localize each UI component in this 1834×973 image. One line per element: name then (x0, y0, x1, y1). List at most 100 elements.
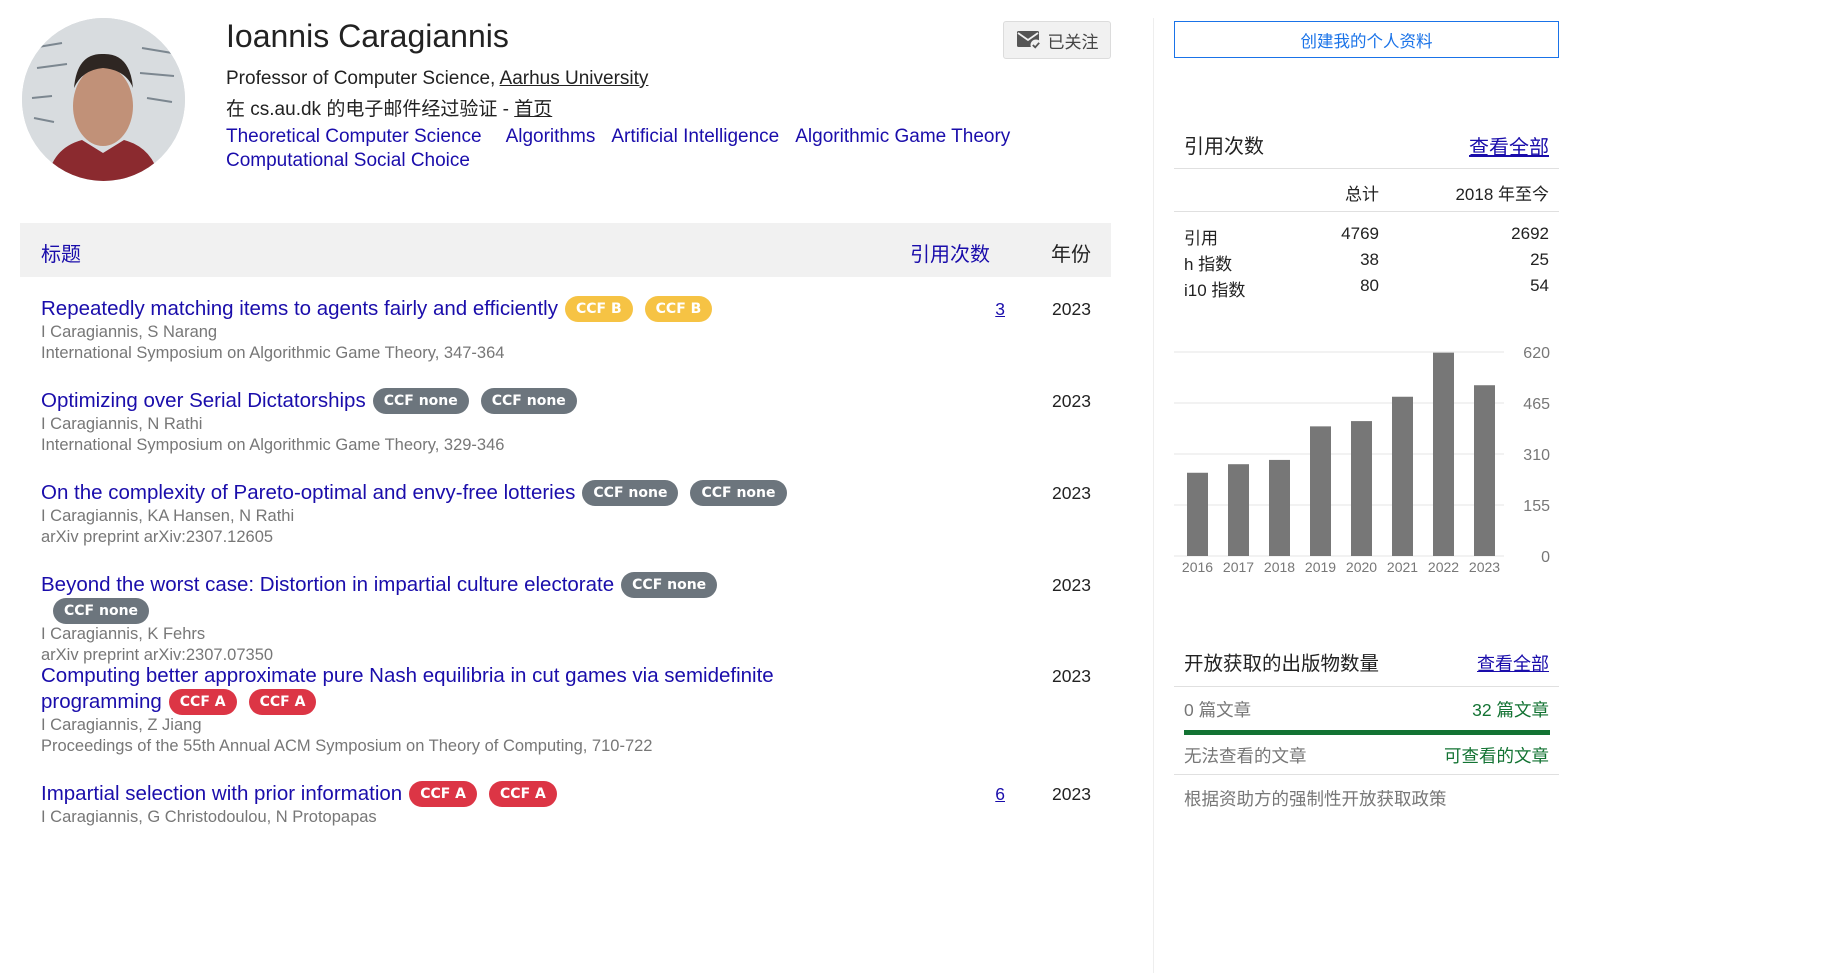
interest-link[interactable]: Algorithmic Game Theory (795, 125, 1010, 149)
citations-heading: 引用次数 (1184, 136, 1264, 158)
citations-view-all-link[interactable]: 查看全部 (1469, 131, 1549, 160)
citation-count-link[interactable]: 3 (961, 299, 1005, 320)
y-tick-label: 155 (1523, 498, 1550, 515)
article-title: Optimizing over Serial Dictatorships (41, 389, 366, 412)
chart-bar-2017[interactable] (1228, 464, 1249, 556)
article-authors: I Caragiannis, N Rathi (41, 415, 203, 433)
profile-affiliation: Professor of Computer Science, Aarhus Un… (226, 68, 648, 90)
mail-check-icon (1016, 31, 1041, 51)
verified-text: 在 cs.au.dk 的电子邮件经过验证 - (226, 99, 515, 120)
open-access-view-all-link[interactable]: 查看全部 (1477, 650, 1549, 676)
sort-by-title[interactable]: 标题 (41, 238, 81, 267)
chart-bar-2018[interactable] (1269, 459, 1290, 556)
profile-name: Ioannis Caragiannis (226, 18, 509, 54)
stat-row: h 指数 38 25 (1174, 250, 1559, 276)
article-authors: I Caragiannis, K Fehrs (41, 625, 206, 643)
available-count: 32 篇文章 (1472, 700, 1549, 720)
table-row: Computing better approximate pure Nash e… (41, 663, 1111, 781)
y-tick-label: 465 (1523, 396, 1550, 413)
article-year: 2023 (1052, 391, 1091, 411)
y-tick-label: 0 (1541, 549, 1550, 566)
x-tick-label: 2020 (1346, 559, 1377, 575)
chart-bar-2020[interactable] (1351, 421, 1372, 556)
chart-bar-2022[interactable] (1433, 352, 1454, 556)
stat-row: 引用 4769 2692 (1174, 224, 1559, 250)
x-tick-label: 2019 (1305, 559, 1336, 575)
x-tick-label: 2021 (1387, 559, 1418, 575)
article-title-link[interactable]: Repeatedly matching items to agents fair… (41, 296, 811, 322)
articles-table-header: 标题 引用次数 年份 (20, 223, 1111, 277)
col-total: 总计 (1345, 185, 1379, 204)
article-title-link[interactable]: Impartial selection with prior informati… (41, 781, 811, 807)
x-tick-label: 2018 (1264, 559, 1295, 575)
article-title: Impartial selection with prior informati… (41, 782, 403, 805)
table-row: Beyond the worst case: Distortion in imp… (41, 572, 1111, 664)
article-title-link[interactable]: Optimizing over Serial Dictatorships CCF … (41, 388, 811, 414)
stat-label: 引用 (1184, 229, 1218, 248)
chart-bar-2016[interactable] (1187, 472, 1208, 556)
chart-bar-2019[interactable] (1310, 426, 1331, 556)
article-title-link[interactable]: Computing better approximate pure Nash e… (41, 663, 811, 715)
x-tick-label: 2016 (1182, 559, 1213, 575)
ccf-badge: CCF none (480, 388, 577, 414)
open-access-header: 开放获取的出版物数量 查看全部 (1174, 642, 1559, 687)
ccf-badge: CCF A (409, 781, 478, 807)
divider (1174, 774, 1559, 775)
ccf-badge: CCF B (564, 296, 633, 322)
open-access-progress-bar (1184, 730, 1550, 735)
article-year: 2023 (1052, 575, 1091, 595)
chart-bar-2021[interactable] (1392, 396, 1413, 556)
unavailable-label: 无法查看的文章 (1184, 746, 1307, 766)
profile-photo (22, 18, 185, 181)
citation-stats: 引用 4769 2692 h 指数 38 25 i10 指数 80 54 (1174, 224, 1559, 302)
stat-label: h 指数 (1184, 255, 1233, 274)
article-title-link[interactable]: Beyond the worst case: Distortion in imp… (41, 572, 811, 624)
chart-bar-2023[interactable] (1474, 385, 1495, 556)
article-title: Computing better approximate pure Nash e… (41, 664, 774, 713)
col-since: 2018 年至今 (1455, 185, 1549, 204)
open-access-policy-text: 根据资助方的强制性开放获取政策 (1184, 789, 1447, 809)
open-access-heading: 开放获取的出版物数量 (1184, 653, 1380, 675)
table-row: Optimizing over Serial Dictatorships CCF … (41, 388, 1111, 480)
article-authors: I Caragiannis, S Narang (41, 323, 218, 341)
article-venue: International Symposium on Algorithmic G… (41, 436, 505, 454)
article-year: 2023 (1052, 299, 1091, 319)
research-interests: Theoretical Computer Science Algorithms Ar… (226, 125, 1086, 173)
affiliation-text: Professor of Computer Science, (226, 68, 500, 89)
interest-link[interactable]: Artificial Intelligence (611, 125, 779, 149)
interest-link[interactable]: Computational Social Choice (226, 149, 470, 173)
create-profile-button[interactable]: 创建我的个人资料 (1174, 21, 1559, 58)
ccf-badge: CCF A (489, 781, 557, 807)
stat-total: 38 (1360, 250, 1379, 269)
ccf-badge: CCF A (168, 689, 237, 715)
available-label: 可查看的文章 (1444, 746, 1549, 766)
y-tick-label: 310 (1523, 447, 1550, 464)
article-title: On the complexity of Pareto-optimal and … (41, 481, 576, 504)
interest-link[interactable]: Algorithms (506, 125, 596, 149)
stat-total: 4769 (1341, 224, 1379, 243)
x-tick-label: 2017 (1223, 559, 1254, 575)
citations-bar-chart: 0 155 310 465 620 2016 2017 2018 2019 2020 2021 202… (1174, 345, 1550, 575)
stat-total: 80 (1360, 276, 1379, 295)
article-venue: Proceedings of the 55th Annual ACM Sympo… (41, 737, 653, 755)
homepage-link[interactable]: 首页 (514, 99, 552, 120)
unavailable-count: 0 篇文章 (1184, 700, 1252, 720)
ccf-badge: CCF none (690, 480, 787, 506)
interest-link[interactable]: Theoretical Computer Science (226, 125, 482, 149)
x-tick-label: 2022 (1428, 559, 1459, 575)
stat-label: i10 指数 (1184, 281, 1246, 300)
sort-by-year[interactable]: 年份 (1051, 238, 1091, 267)
article-year: 2023 (1052, 483, 1091, 503)
citation-count-link[interactable]: 6 (961, 784, 1005, 805)
article-authors: I Caragiannis, KA Hansen, N Rathi (41, 507, 295, 525)
citations-column-header: 总计 2018 年至今 (1174, 170, 1559, 212)
article-authors: I Caragiannis, G Christodoulou, N Protop… (41, 808, 377, 826)
follow-button[interactable]: 已关注 (1003, 21, 1111, 59)
articles-list: Repeatedly matching items to agents fair… (41, 296, 1111, 841)
affiliation-link[interactable]: Aarhus University (500, 68, 649, 89)
sort-by-citations[interactable]: 引用次数 (910, 238, 990, 267)
article-title-link[interactable]: On the complexity of Pareto-optimal and … (41, 480, 811, 506)
person-photo-icon (22, 18, 185, 181)
ccf-badge: CCF none (621, 572, 718, 598)
article-authors: I Caragiannis, Z Jiang (41, 716, 202, 734)
